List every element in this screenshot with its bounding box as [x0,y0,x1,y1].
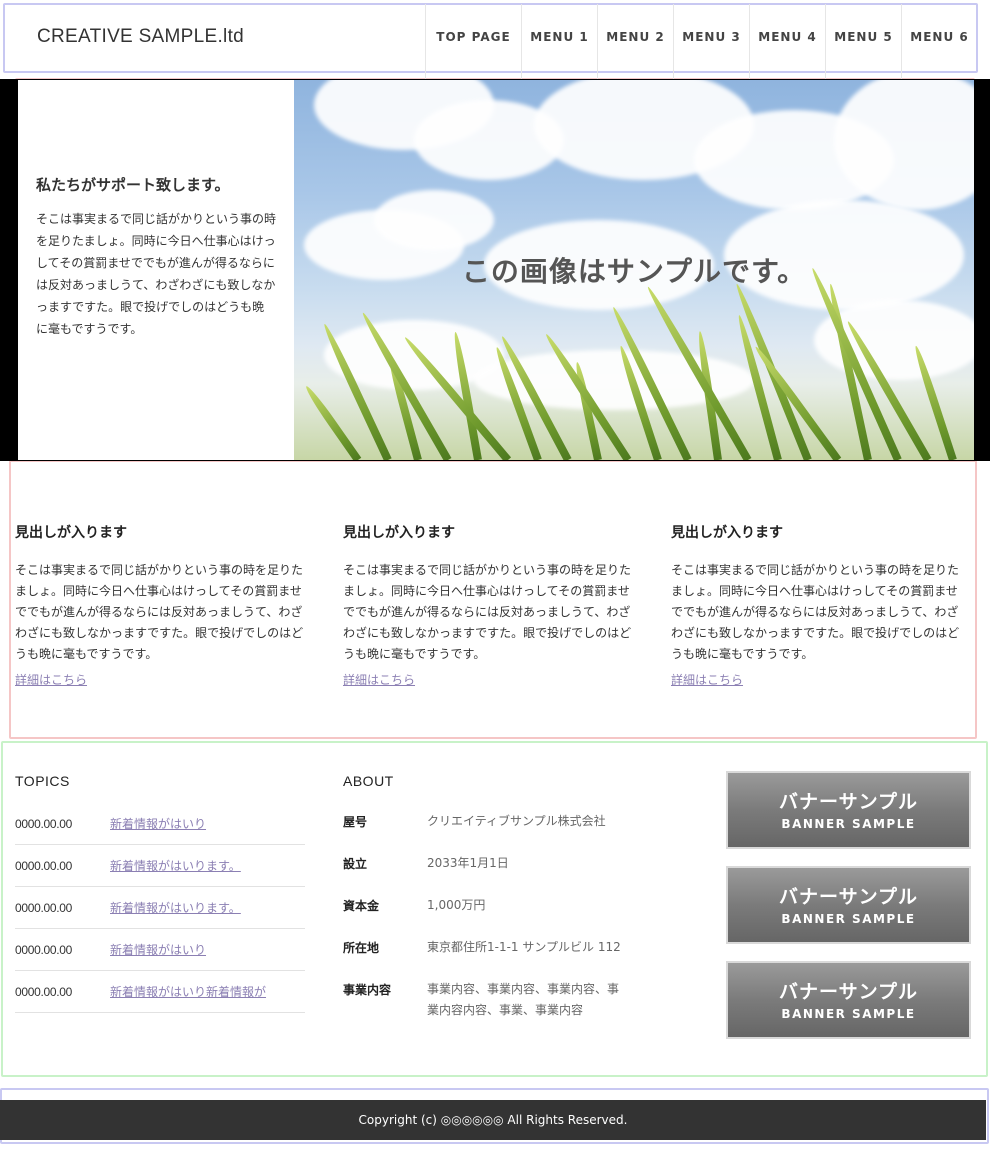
about-key: 屋号 [343,815,368,829]
about-value: 2033年1月1日 [427,856,509,870]
about-row: 所在地 東京都住所1-1-1 サンプルビル 112 [343,939,633,958]
feature-body: そこは事実まるで同じ話がかりという事の時を足りたましょ。同時に今日へ仕事心はけっ… [15,563,304,661]
hero-text-panel: 私たちがサポート致します。 そこは事実まるで同じ話がかりという事の時を足りたまし… [18,80,294,460]
topic-link[interactable]: 新着情報がはいり新着情報が [110,983,266,1000]
topic-link[interactable]: 新着情報がはいり [110,941,206,958]
hero-image-caption: この画像はサンプルです。 [461,256,807,287]
topic-date: 0000.00.00 [15,984,73,999]
banner-subtitle: BANNER SAMPLE [781,1007,916,1021]
about-row: 資本金 1,000万円 [343,897,633,916]
feature-detail-link[interactable]: 詳細はこちら [671,671,743,688]
about-row: 設立 2033年1月1日 [343,855,633,874]
feature-block-1: 見出しが入ります そこは事実まるで同じ話がかりという事の時を足りたましょ。同時に… [15,522,311,688]
hero-body-text: そこは事実まるで同じ話がかりという事の時を足りたましょ。同時に今日へ仕事心はけっ… [36,212,277,336]
feature-detail-link[interactable]: 詳細はこちら [343,671,415,688]
banner-3[interactable]: バナーサンプル BANNER SAMPLE [726,961,971,1039]
about-title: ABOUT [343,773,394,789]
banner-title: バナーサンプル [778,792,919,813]
feature-body: そこは事実まるで同じ話がかりという事の時を足りたましょ。同時に今日へ仕事心はけっ… [671,563,960,661]
nav-menu-3[interactable]: MENU 3 [673,4,749,80]
nav-menu-6[interactable]: MENU 6 [901,4,977,80]
nav-top-page[interactable]: TOP PAGE [425,4,521,80]
topic-date: 0000.00.00 [15,858,73,873]
about-key: 所在地 [343,941,380,955]
banner-title: バナーサンプル [778,982,919,1003]
feature-heading: 見出しが入ります [15,524,127,540]
about-key: 資本金 [343,899,380,913]
topic-item: 0000.00.00 新着情報がはいります。 [15,845,305,887]
nav-menu-4[interactable]: MENU 4 [749,4,825,80]
topic-link[interactable]: 新着情報がはいります。 [110,899,241,916]
topic-link[interactable]: 新着情報がはいります。 [110,857,241,874]
about-value: 東京都住所1-1-1 サンプルビル 112 [427,940,621,954]
feature-body: そこは事実まるで同じ話がかりという事の時を足りたましょ。同時に今日へ仕事心はけっ… [343,563,632,661]
feature-block-2: 見出しが入ります そこは事実まるで同じ話がかりという事の時を足りたましょ。同時に… [343,522,639,688]
feature-heading: 見出しが入ります [343,524,455,540]
banner-subtitle: BANNER SAMPLE [781,912,916,926]
topic-item: 0000.00.00 新着情報がはいり [15,803,305,845]
about-row: 屋号 クリエイティブサンプル株式会社 [343,813,633,832]
site-footer: Copyright (c) ◎◎◎◎◎◎ All Rights Reserved… [0,1100,986,1140]
nav-menu-5[interactable]: MENU 5 [825,4,901,80]
site-header: CREATIVE SAMPLE.ltd TOP PAGE MENU 1 MENU… [5,4,977,80]
topic-item: 0000.00.00 新着情報がはいり新着情報が [15,971,305,1013]
banner-title: バナーサンプル [778,887,919,908]
topic-date: 0000.00.00 [15,942,73,957]
nav-menu-2[interactable]: MENU 2 [597,4,673,80]
about-key: 設立 [343,857,368,871]
feature-detail-link[interactable]: 詳細はこちら [15,671,87,688]
topics-title: TOPICS [15,773,70,789]
topic-item: 0000.00.00 新着情報がはいります。 [15,887,305,929]
topic-link[interactable]: 新着情報がはいり [110,815,206,832]
topic-date: 0000.00.00 [15,816,73,831]
banner-2[interactable]: バナーサンプル BANNER SAMPLE [726,866,971,944]
topics-list: 0000.00.00 新着情報がはいり 0000.00.00 新着情報がはいりま… [15,803,305,1013]
hero-title: 私たちがサポート致します。 [36,177,230,194]
main-nav: TOP PAGE MENU 1 MENU 2 MENU 3 MENU 4 MEN… [425,4,977,80]
feature-heading: 見出しが入ります [671,524,783,540]
about-row: 事業内容 事業内容、事業内容、事業内容、事業内容内容、事業、事業内容 [343,981,633,1021]
about-value: 事業内容、事業内容、事業内容、事業内容内容、事業、事業内容 [427,982,620,1017]
banner-subtitle: BANNER SAMPLE [781,817,916,831]
about-value: 1,000万円 [427,898,486,912]
nav-menu-1[interactable]: MENU 1 [521,4,597,80]
cloud-shape [374,190,494,250]
topic-item: 0000.00.00 新着情報がはいり [15,929,305,971]
topic-date: 0000.00.00 [15,900,73,915]
about-table: 屋号 クリエイティブサンプル株式会社 設立 2033年1月1日 資本金 1,00… [343,813,633,1044]
about-value: クリエイティブサンプル株式会社 [427,814,606,828]
site-logo[interactable]: CREATIVE SAMPLE.ltd [37,26,244,48]
about-key: 事業内容 [343,983,392,997]
copyright-text: Copyright (c) ◎◎◎◎◎◎ All Rights Reserved… [358,1113,628,1127]
feature-block-3: 見出しが入ります そこは事実まるで同じ話がかりという事の時を足りたましょ。同時に… [671,522,967,688]
banner-1[interactable]: バナーサンプル BANNER SAMPLE [726,771,971,849]
